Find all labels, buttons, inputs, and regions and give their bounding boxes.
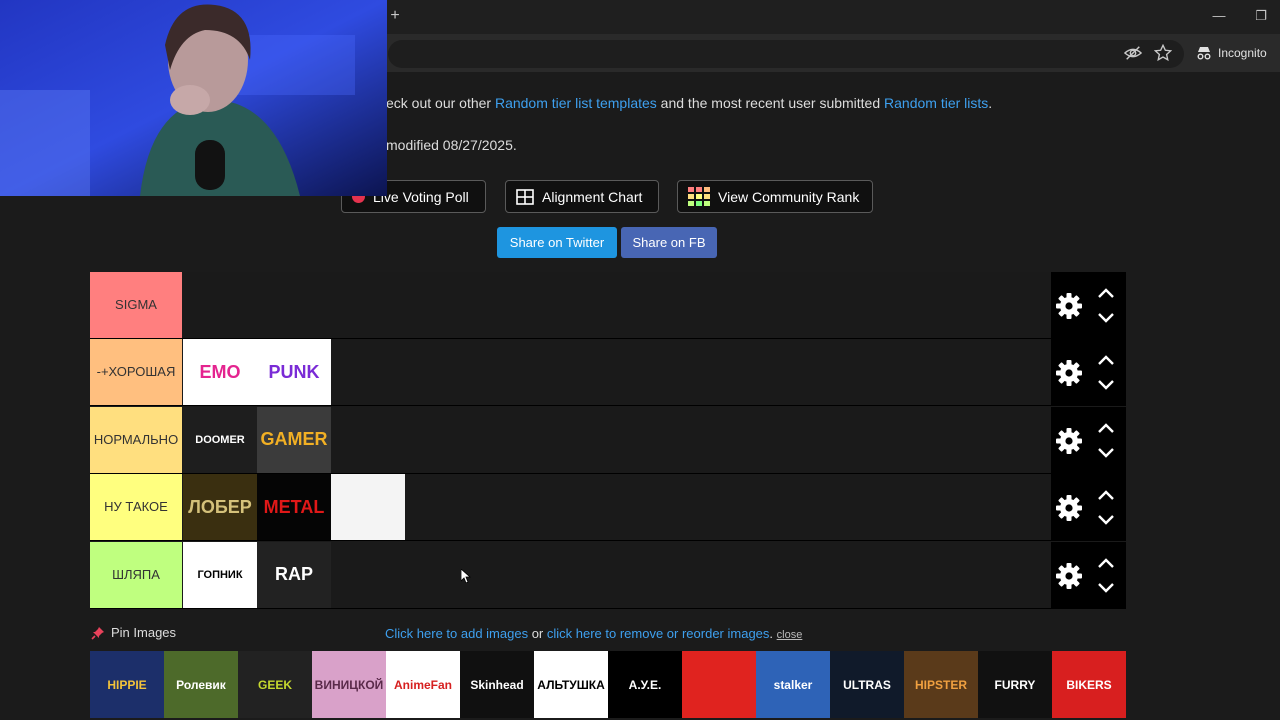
modified-date: modified 08/27/2025. bbox=[386, 137, 517, 153]
pool-image[interactable]: AnimeFan bbox=[386, 651, 460, 718]
add-images-link[interactable]: Click here to add images bbox=[385, 626, 528, 641]
grid-icon bbox=[516, 188, 534, 205]
close-link[interactable]: close bbox=[777, 629, 803, 641]
view-community-rank-label: View Community Rank bbox=[718, 188, 860, 205]
pool-image[interactable]: А.У.Е. bbox=[608, 651, 682, 718]
tier-label[interactable]: НУ ТАКОЕ bbox=[90, 474, 182, 541]
pool-image[interactable]: GEEK bbox=[238, 651, 312, 718]
intro-middle: and the most recent user submitted bbox=[656, 95, 885, 111]
move-down-icon[interactable] bbox=[1097, 312, 1115, 324]
share-twitter-button[interactable]: Share on Twitter bbox=[497, 227, 617, 258]
pool-image[interactable] bbox=[682, 651, 756, 718]
tier-row: НУ ТАКОЕ ЛОБЕР METAL bbox=[90, 474, 1126, 542]
tier-row: НОРМАЛЬНО DOOMER GAMER bbox=[90, 406, 1126, 474]
incognito-label: Incognito bbox=[1218, 46, 1267, 60]
tier-item[interactable]: RAP bbox=[257, 541, 331, 608]
tier-items: ЛОБЕР METAL bbox=[183, 474, 405, 541]
tier-item[interactable]: METAL bbox=[257, 474, 331, 541]
tier-items: DOOMER GAMER bbox=[183, 406, 331, 473]
tier-row: SIGMA bbox=[90, 272, 1126, 339]
pool-image[interactable]: ULTRAS bbox=[830, 651, 904, 718]
tier-item[interactable]: PUNK bbox=[257, 339, 331, 406]
tier-row: -+ХОРОШАЯ EMO PUNK bbox=[90, 339, 1126, 407]
tier-label[interactable]: SIGMA bbox=[90, 272, 182, 338]
tier-item[interactable]: DOOMER bbox=[183, 406, 257, 473]
tier-items: EMO PUNK bbox=[183, 339, 331, 406]
move-down-icon[interactable] bbox=[1097, 379, 1115, 391]
pool-image[interactable]: FURRY bbox=[978, 651, 1052, 718]
pool-image[interactable]: Skinhead bbox=[460, 651, 534, 718]
random-templates-link[interactable]: Random tier list templates bbox=[495, 95, 657, 111]
tier-item[interactable]: ГОПНИК bbox=[183, 541, 257, 608]
tier-list-table: SIGMA -+ХОРОШАЯ EMO PUNK НОРМАЛЬНО DOOMER GAME… bbox=[90, 272, 1126, 609]
new-tab-button[interactable]: + bbox=[386, 6, 404, 26]
pushpin-icon bbox=[91, 626, 104, 640]
webcam-overlay bbox=[0, 0, 387, 196]
intro-prefix: eck out our other bbox=[386, 95, 495, 111]
pool-image[interactable]: BIKERS bbox=[1052, 651, 1126, 718]
incognito-indicator[interactable]: Incognito bbox=[1196, 40, 1267, 66]
pool-image[interactable]: HIPSTER bbox=[904, 651, 978, 718]
restore-button[interactable]: ❐ bbox=[1250, 6, 1272, 26]
pin-images-toggle[interactable]: Pin Images bbox=[91, 625, 176, 640]
period-text: . bbox=[769, 626, 777, 641]
share-fb-button[interactable]: Share on FB bbox=[621, 227, 717, 258]
alignment-chart-button[interactable]: Alignment Chart bbox=[505, 180, 659, 213]
pin-images-label: Pin Images bbox=[111, 625, 177, 640]
tier-controls bbox=[1051, 406, 1126, 473]
image-links: Click here to add images or click here t… bbox=[385, 626, 802, 641]
image-pool: HIPPIE Ролевик GEEK ВИНИЦКОЙ AnimeFan Skinhea… bbox=[90, 651, 1126, 718]
tier-items: ГОПНИК RAP bbox=[183, 541, 331, 608]
tier-controls bbox=[1051, 541, 1126, 608]
tier-row: ШЛЯПА ГОПНИК RAP bbox=[90, 541, 1126, 609]
mouse-cursor-icon bbox=[461, 569, 471, 583]
move-down-icon[interactable] bbox=[1097, 447, 1115, 459]
settings-gear-icon[interactable] bbox=[1055, 427, 1083, 455]
move-up-icon[interactable] bbox=[1097, 422, 1115, 434]
tier-label[interactable]: -+ХОРОШАЯ bbox=[90, 339, 182, 406]
live-voting-poll-label: Live Voting Poll bbox=[373, 188, 469, 205]
view-community-rank-button[interactable]: View Community Rank bbox=[677, 180, 873, 213]
move-down-icon[interactable] bbox=[1097, 582, 1115, 594]
pool-image[interactable]: ВИНИЦКОЙ bbox=[312, 651, 386, 718]
move-up-icon[interactable] bbox=[1097, 557, 1115, 569]
intro-suffix: . bbox=[988, 95, 993, 111]
random-tier-lists-link[interactable]: Random tier lists bbox=[884, 95, 988, 111]
pool-image[interactable]: stalker bbox=[756, 651, 830, 718]
pool-image[interactable]: АЛЬТУШКА bbox=[534, 651, 608, 718]
move-up-icon[interactable] bbox=[1097, 354, 1115, 366]
tier-controls bbox=[1051, 474, 1126, 541]
tier-item[interactable]: EMO bbox=[183, 339, 257, 406]
bookmark-star-icon[interactable] bbox=[1154, 44, 1172, 62]
move-down-icon[interactable] bbox=[1097, 514, 1115, 526]
tier-label[interactable]: НОРМАЛЬНО bbox=[90, 406, 182, 473]
tier-label[interactable]: ШЛЯПА bbox=[90, 541, 182, 608]
settings-gear-icon[interactable] bbox=[1055, 494, 1083, 522]
or-text: or bbox=[528, 626, 547, 641]
pool-image[interactable]: HIPPIE bbox=[90, 651, 164, 718]
remove-reorder-images-link[interactable]: click here to remove or reorder images bbox=[547, 626, 770, 641]
move-up-icon[interactable] bbox=[1097, 489, 1115, 501]
settings-gear-icon[interactable] bbox=[1055, 292, 1083, 320]
rank-grid-icon bbox=[688, 186, 710, 206]
eye-slash-icon[interactable] bbox=[1124, 45, 1142, 61]
address-bar[interactable] bbox=[388, 40, 1184, 68]
tier-item[interactable]: GAMER bbox=[257, 406, 331, 473]
tier-controls bbox=[1051, 272, 1126, 338]
tier-item[interactable]: ЛОБЕР bbox=[183, 474, 257, 541]
tier-item[interactable] bbox=[331, 474, 405, 541]
incognito-icon bbox=[1197, 47, 1211, 60]
settings-gear-icon[interactable] bbox=[1055, 562, 1083, 590]
alignment-chart-label: Alignment Chart bbox=[542, 188, 643, 205]
move-up-icon[interactable] bbox=[1097, 287, 1115, 299]
pool-image[interactable]: Ролевик bbox=[164, 651, 238, 718]
tier-controls bbox=[1051, 339, 1126, 406]
intro-text: eck out our other Random tier list templ… bbox=[386, 95, 992, 111]
minimize-button[interactable]: — bbox=[1208, 6, 1230, 26]
settings-gear-icon[interactable] bbox=[1055, 359, 1083, 387]
